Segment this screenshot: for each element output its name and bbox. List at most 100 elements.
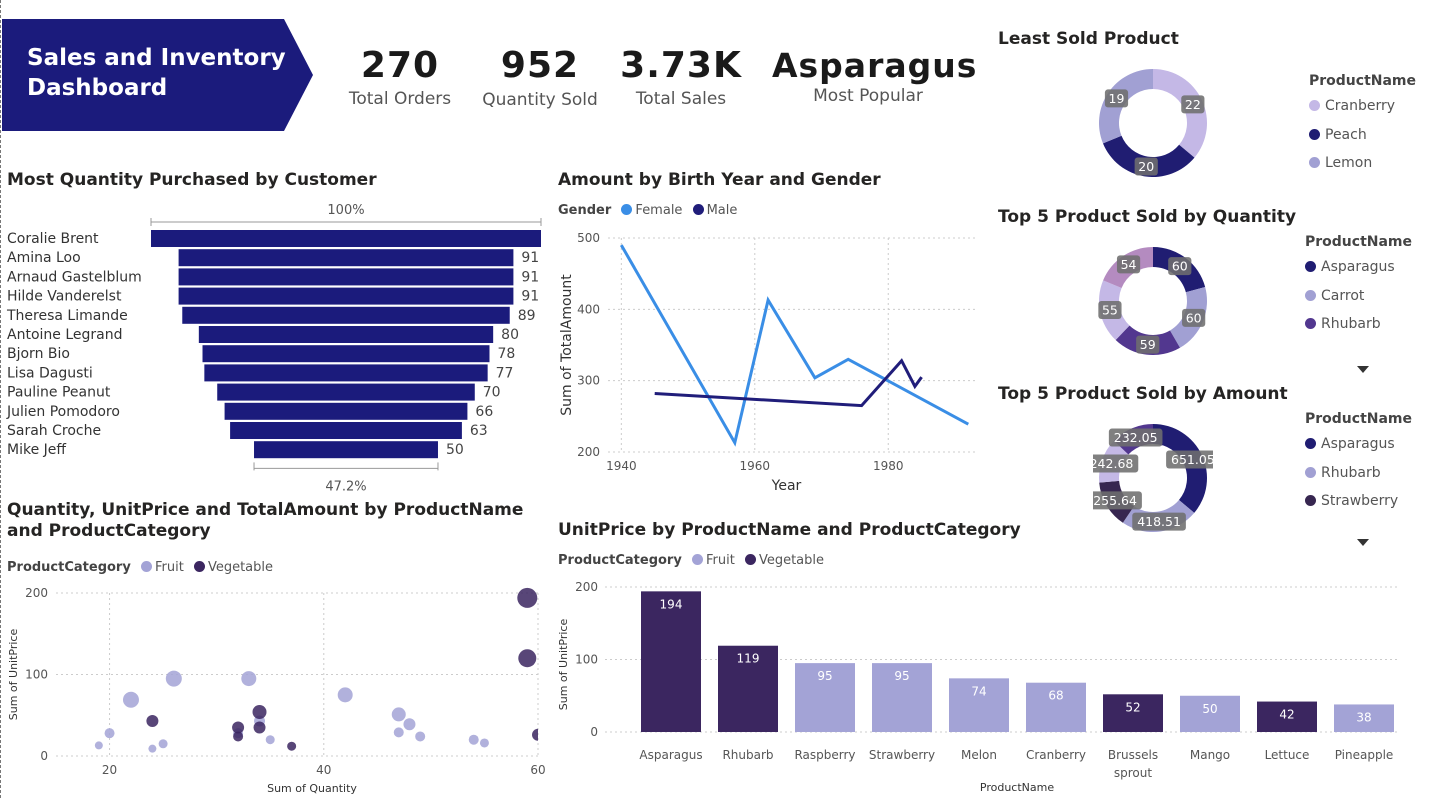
legend-swatch: [1305, 466, 1316, 478]
bar-title: UnitPrice by ProductName and ProductCate…: [558, 520, 1021, 540]
x-tick-label: Raspberry: [794, 748, 855, 762]
legend-title: ProductName: [1305, 411, 1413, 427]
kpi-label: Quantity Sold: [482, 90, 598, 110]
x-tick-label: 20: [102, 763, 117, 777]
x-axis-title: Year: [771, 478, 802, 494]
funnel-category-label: Coralie Brent: [7, 231, 99, 247]
y-tick-label: 300: [577, 374, 600, 388]
funnel-title: Most Quantity Purchased by Customer: [7, 170, 377, 190]
unitprice-bar-chart[interactable]: 0 100 200 Sum of UnitPrice 194 Asparagus 119 Rh…: [550, 572, 1410, 798]
bubble-fruit: [479, 738, 489, 748]
kpi-label: Total Sales: [635, 89, 727, 109]
funnel-chart[interactable]: 100% Coralie Brent Amina Loo 91 Arnaud Gaste…: [0, 196, 545, 496]
legend-item[interactable]: Peach: [1309, 127, 1416, 156]
funnel-data-label: 70: [483, 385, 501, 401]
x-tick-label: sprout: [1114, 766, 1152, 780]
funnel-bar: [254, 441, 438, 459]
legend-swatch: [1309, 157, 1320, 168]
bubble-fruit: [241, 671, 257, 687]
donut-data-label: 59: [1140, 337, 1156, 352]
y-tick-label: 400: [577, 302, 600, 316]
legend-fruit: Fruit: [705, 553, 735, 568]
least-sold-donut[interactable]: 22 20 19: [1093, 63, 1213, 183]
legend-title: Gender: [558, 203, 612, 218]
funnel-bar: [178, 268, 514, 286]
legend-label: Asparagus: [1321, 259, 1395, 275]
legend-title: ProductCategory: [7, 560, 131, 575]
funnel-top-label: 100%: [327, 203, 364, 218]
funnel-category-label: Antoine Legrand: [7, 327, 122, 343]
y-tick-label: 0: [590, 725, 598, 739]
funnel-category-label: Amina Loo: [7, 250, 81, 266]
legend-scroll-down-icon[interactable]: [1357, 539, 1369, 546]
funnel-bar: [151, 230, 541, 247]
x-tick-label: Asparagus: [639, 748, 702, 762]
donut-data-label: 255.64: [1093, 493, 1137, 508]
x-tick-label: Brussels: [1108, 748, 1158, 762]
funnel-data-label: 66: [475, 404, 493, 420]
bubble-vegetable: [253, 721, 266, 734]
top-qty-donut[interactable]: 60 60 59 55 54: [1093, 241, 1213, 361]
legend-swatch: [1309, 100, 1320, 111]
legend-title: ProductName: [1305, 234, 1413, 250]
bubble-fruit: [265, 735, 275, 745]
legend-item[interactable]: Cranberry: [1309, 98, 1416, 127]
kpi-quantity-sold: 952 Quantity Sold: [470, 44, 610, 111]
kpi-label: Most Popular: [813, 86, 923, 106]
funnel-category-label: Bjorn Bio: [7, 346, 70, 362]
line-chart[interactable]: 200 300 400 500 1940 1960 1980 Year Sum of Total…: [550, 222, 980, 497]
legend-item[interactable]: Rhubarb: [1305, 316, 1412, 345]
kpi-value: 3.73K: [620, 45, 742, 86]
x-tick-label: 60: [530, 763, 545, 777]
y-tick-label: 0: [40, 749, 48, 763]
legend-item[interactable]: Lemon: [1309, 155, 1416, 184]
gender-legend[interactable]: Gender Female Male: [558, 203, 737, 218]
legend-item[interactable]: Asparagus: [1305, 259, 1412, 288]
bubble-fruit: [337, 687, 353, 703]
bubble-fruit: [122, 691, 139, 708]
legend-item[interactable]: Rhubarb: [1305, 465, 1412, 494]
bubble-vegetable: [517, 587, 538, 608]
y-tick-label: 200: [577, 445, 600, 459]
top-amt-legend[interactable]: ProductName Asparagus Rhubarb Strawberry: [1305, 411, 1412, 522]
donut-data-label: 22: [1185, 97, 1201, 112]
funnel-bar: [178, 287, 514, 305]
top-qty-legend[interactable]: ProductName Asparagus Carrot Rhubarb: [1305, 234, 1412, 345]
male-swatch: [692, 204, 704, 215]
bubble-fruit: [165, 670, 182, 687]
legend-item[interactable]: Asparagus: [1305, 436, 1412, 465]
y-tick-label: 100: [25, 668, 48, 682]
kpi-label: Total Orders: [348, 89, 452, 109]
top-qty-title: Top 5 Product Sold by Quantity: [998, 207, 1297, 227]
scatter-chart[interactable]: 0 100 200 20 40 60 Sum of Quantity Sum of UnitP…: [0, 580, 545, 798]
category-legend-bar[interactable]: ProductCategory Fruit Vegetable: [558, 553, 824, 568]
x-tick-label: Melon: [961, 748, 997, 762]
fruit-swatch: [140, 561, 152, 572]
category-legend[interactable]: ProductCategory Fruit Vegetable: [7, 560, 273, 575]
funnel-bar: [202, 345, 490, 363]
legend-scroll-down-icon[interactable]: [1357, 366, 1369, 373]
top-amt-donut[interactable]: 651.05 418.51255.64 242.68 232.05: [1093, 418, 1213, 538]
funnel-category-label: Julien Pomodoro: [6, 404, 120, 420]
x-tick-label: Strawberry: [869, 748, 935, 762]
funnel-data-label: 80: [501, 327, 519, 343]
legend-label: Peach: [1325, 126, 1367, 143]
y-axis-title: Sum of UnitPrice: [7, 629, 20, 721]
funnel-category-label: Sarah Croche: [7, 423, 101, 439]
kpi-value: Asparagus: [772, 46, 978, 85]
legend-item[interactable]: Carrot: [1305, 288, 1412, 317]
bubble-group: [94, 587, 538, 753]
funnel-category-label: Theresa Limande: [6, 308, 128, 324]
least-sold-legend[interactable]: ProductName Cranberry Peach Lemon: [1309, 73, 1416, 184]
bubble-vegetable: [146, 714, 159, 727]
legend-item[interactable]: Strawberry: [1305, 493, 1412, 522]
vegetable-swatch: [744, 554, 756, 565]
kpi-value: 952: [500, 45, 580, 86]
legend-label: Asparagus: [1321, 436, 1395, 452]
y-tick-label: 100: [575, 653, 598, 667]
bubble-vegetable: [518, 649, 537, 668]
x-tick-label: Lettuce: [1265, 748, 1310, 762]
bubble-fruit: [468, 734, 479, 745]
legend-swatch: [1309, 128, 1320, 140]
bubble-fruit: [94, 741, 103, 750]
